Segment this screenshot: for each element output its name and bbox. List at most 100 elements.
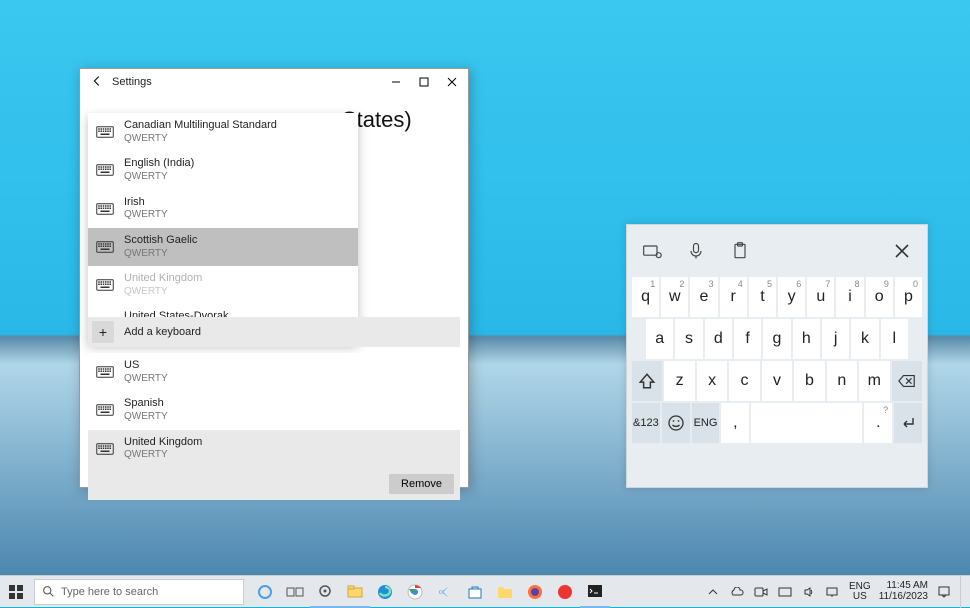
- lang-top: ENG: [849, 582, 871, 592]
- installed-keyboard-item[interactable]: United KingdomQWERTY: [88, 430, 460, 468]
- key-h[interactable]: h: [793, 319, 820, 359]
- key-secondary: 7: [825, 279, 830, 289]
- key-i[interactable]: 8i: [836, 277, 863, 317]
- folder-taskbar-icon[interactable]: [490, 576, 520, 608]
- key-space[interactable]: [751, 403, 862, 443]
- key-label: d: [714, 330, 723, 348]
- app-taskbar-icon[interactable]: [550, 576, 580, 608]
- keyboard-icon: [96, 125, 114, 139]
- close-button[interactable]: [438, 71, 466, 93]
- key-n[interactable]: n: [827, 361, 857, 401]
- key-label: b: [805, 372, 814, 390]
- key-l[interactable]: l: [881, 319, 908, 359]
- key-v[interactable]: v: [762, 361, 792, 401]
- key-shift[interactable]: [632, 361, 662, 401]
- keyboard-settings-icon[interactable]: [641, 240, 663, 262]
- key-period[interactable]: ?.: [864, 403, 892, 443]
- explorer-taskbar-icon[interactable]: [340, 576, 370, 608]
- key-c[interactable]: c: [729, 361, 759, 401]
- clipboard-icon[interactable]: [729, 240, 751, 262]
- add-keyboard-button[interactable]: + Add a keyboard: [88, 317, 460, 347]
- key-f[interactable]: f: [734, 319, 761, 359]
- key-label: o: [875, 288, 884, 306]
- key-secondary: 3: [709, 279, 714, 289]
- taskbar-search[interactable]: Type here to search: [34, 579, 244, 605]
- key-w[interactable]: 2w: [661, 277, 688, 317]
- key-label: l: [893, 330, 897, 348]
- keyboard-type: QWERTY: [124, 209, 168, 222]
- key-t[interactable]: 5t: [749, 277, 776, 317]
- language-indicator[interactable]: ENG US: [849, 582, 871, 602]
- keyboard-name: Scottish Gaelic: [124, 234, 197, 248]
- touch-keyboard: 1q2w3e4r5t6y7u8i9o0p asdfghjkl zxcvbnm &…: [626, 224, 928, 488]
- key-g[interactable]: g: [763, 319, 790, 359]
- keyboard-option[interactable]: Canadian Multilingual StandardQWERTY: [88, 113, 358, 151]
- key-q[interactable]: 1q: [632, 277, 659, 317]
- key-p[interactable]: 0p: [895, 277, 922, 317]
- network-icon[interactable]: [825, 584, 841, 600]
- cortana-icon[interactable]: [250, 576, 280, 608]
- taskbar-apps: [250, 576, 610, 608]
- key-backspace[interactable]: [892, 361, 922, 401]
- key-emoji[interactable]: [662, 403, 690, 443]
- installed-keyboard-item[interactable]: USQWERTY: [88, 353, 460, 391]
- remove-button[interactable]: Remove: [389, 474, 454, 494]
- key-label: q: [641, 288, 650, 306]
- onedrive-icon[interactable]: [729, 584, 745, 600]
- key-z[interactable]: z: [664, 361, 694, 401]
- volume-icon[interactable]: [801, 584, 817, 600]
- key-j[interactable]: j: [822, 319, 849, 359]
- store-taskbar-icon[interactable]: [460, 576, 490, 608]
- key-language[interactable]: ENG: [692, 403, 720, 443]
- start-button[interactable]: [0, 576, 32, 608]
- key-label: w: [669, 288, 681, 306]
- key-r[interactable]: 4r: [720, 277, 747, 317]
- vscode-taskbar-icon[interactable]: [430, 576, 460, 608]
- key-m[interactable]: m: [859, 361, 889, 401]
- keyboard-option[interactable]: IrishQWERTY: [88, 190, 358, 228]
- keyboard-name: United Kingdom: [124, 436, 202, 450]
- key-k[interactable]: k: [851, 319, 878, 359]
- show-desktop-button[interactable]: [960, 576, 966, 608]
- keyboard-option[interactable]: Scottish GaelicQWERTY: [88, 228, 358, 266]
- keyboard-name: English (India): [124, 157, 194, 171]
- search-icon: [35, 585, 61, 598]
- notifications-icon[interactable]: [936, 584, 952, 600]
- key-u[interactable]: 7u: [807, 277, 834, 317]
- key-o[interactable]: 9o: [866, 277, 893, 317]
- maximize-button[interactable]: [410, 71, 438, 93]
- firefox-taskbar-icon[interactable]: [520, 576, 550, 608]
- key-d[interactable]: d: [705, 319, 732, 359]
- key-e[interactable]: 3e: [690, 277, 717, 317]
- meet-now-icon[interactable]: [753, 584, 769, 600]
- installed-keyboard-item[interactable]: SpanishQWERTY: [88, 391, 460, 429]
- key-label: g: [773, 330, 782, 348]
- key-s[interactable]: s: [675, 319, 702, 359]
- keyboard-tray-icon[interactable]: [777, 584, 793, 600]
- key-symbols[interactable]: &123: [632, 403, 660, 443]
- edge-taskbar-icon[interactable]: [370, 576, 400, 608]
- settings-taskbar-icon[interactable]: [310, 576, 340, 608]
- keyboard-name: Canadian Multilingual Standard: [124, 119, 277, 133]
- clock[interactable]: 11:45 AM 11/16/2023: [879, 581, 928, 602]
- keyboard-close-button[interactable]: [891, 240, 913, 262]
- back-button[interactable]: [88, 74, 106, 91]
- key-x[interactable]: x: [697, 361, 727, 401]
- keyboard-option[interactable]: United KingdomQWERTY: [88, 266, 358, 304]
- chrome-taskbar-icon[interactable]: [400, 576, 430, 608]
- mic-icon[interactable]: [685, 240, 707, 262]
- key-label: a: [655, 330, 664, 348]
- key-a[interactable]: a: [646, 319, 673, 359]
- key-b[interactable]: b: [794, 361, 824, 401]
- key-comma[interactable]: ,: [721, 403, 749, 443]
- key-label: t: [760, 288, 764, 306]
- settings-window: Settings States) Canadian Multilingual S…: [79, 68, 469, 488]
- minimize-button[interactable]: [382, 71, 410, 93]
- tray-chevron-up-icon[interactable]: [705, 584, 721, 600]
- task-view-icon[interactable]: [280, 576, 310, 608]
- keyboard-option[interactable]: English (India)QWERTY: [88, 151, 358, 189]
- window-title: Settings: [112, 76, 152, 88]
- terminal-taskbar-icon[interactable]: [580, 576, 610, 608]
- key-y[interactable]: 6y: [778, 277, 805, 317]
- key-enter[interactable]: [894, 403, 922, 443]
